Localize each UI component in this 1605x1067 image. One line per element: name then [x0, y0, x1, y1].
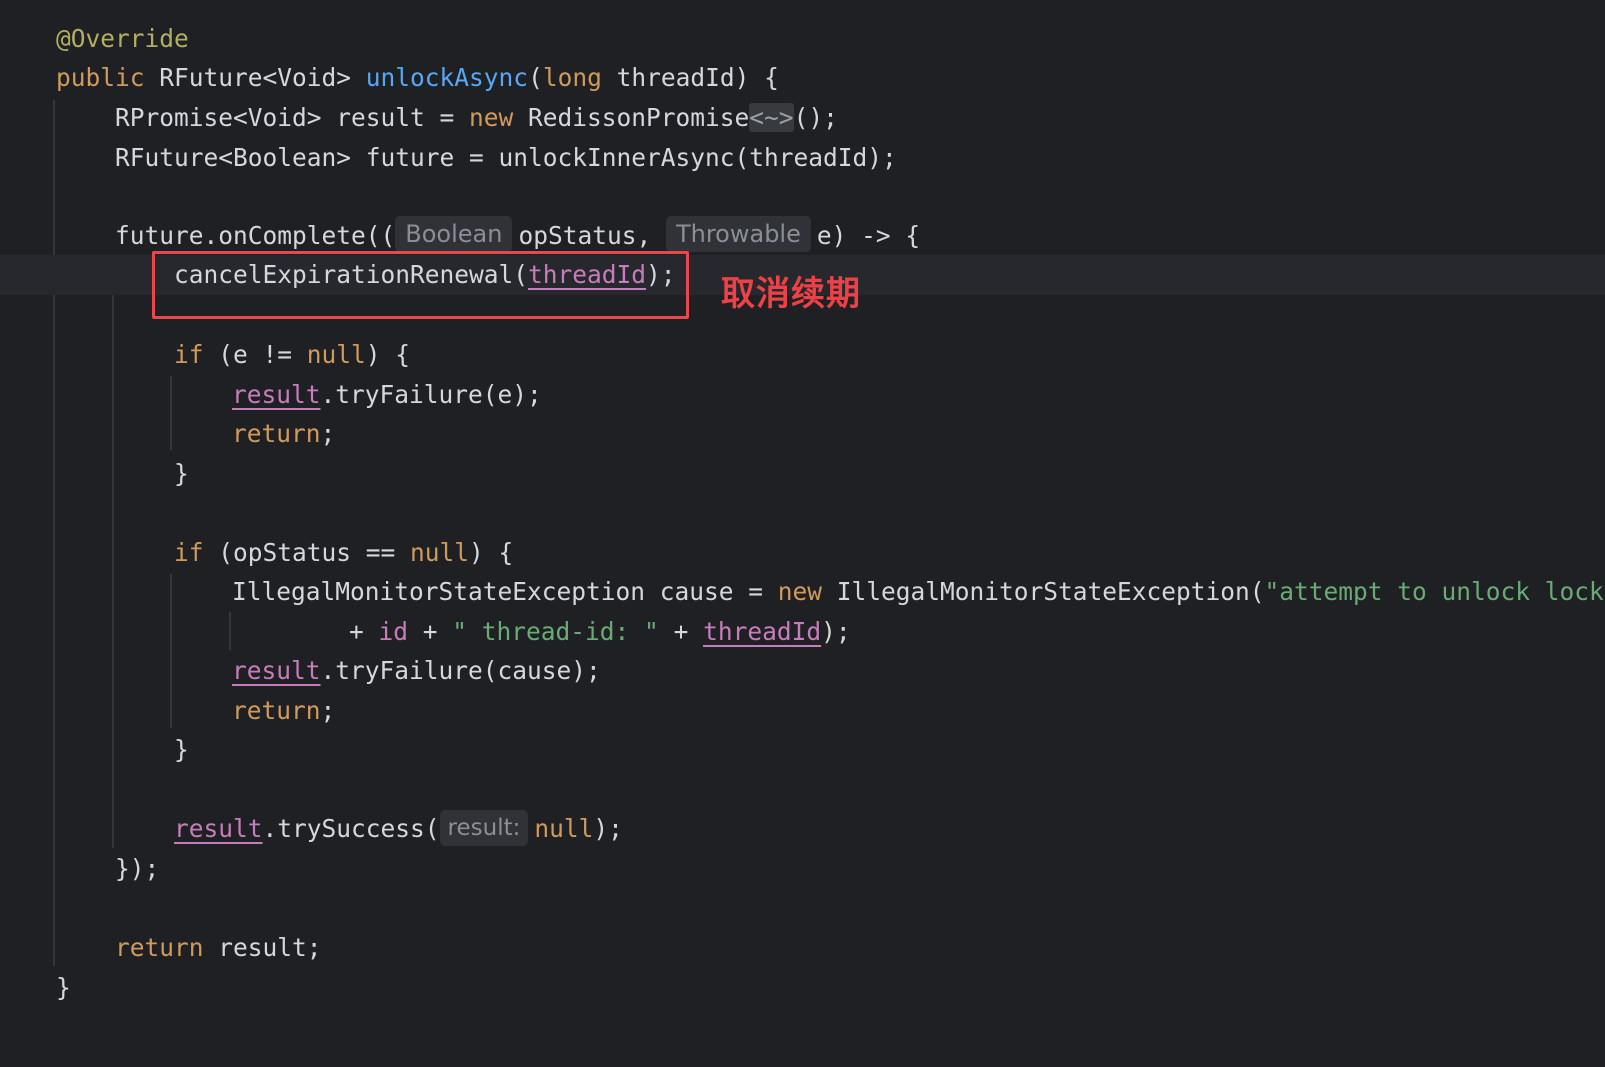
callout-label: 取消续期	[721, 274, 861, 314]
code-line[interactable]: return;	[0, 414, 1605, 454]
code-line[interactable]: }	[0, 730, 1605, 770]
code-text: +	[349, 617, 379, 646]
code-line[interactable]: return;	[0, 691, 1605, 731]
code-line[interactable]: RFuture<Boolean> future = unlockInnerAsy…	[0, 138, 1605, 178]
keyword-public: public	[56, 63, 145, 92]
code-text: (e !=	[203, 340, 307, 369]
statement: return;	[232, 691, 335, 731]
code-line[interactable]: public RFuture<Void> unlockAsync(long th…	[0, 58, 1605, 98]
code-line[interactable]: if (opStatus == null) {	[0, 533, 1605, 573]
statement: return result;	[115, 928, 322, 968]
code-text: .tryFailure(e);	[320, 380, 542, 409]
code-text: (opStatus ==	[203, 538, 411, 567]
keyword-null: null	[410, 538, 470, 567]
statement: IllegalMonitorStateException cause = new…	[232, 572, 1605, 612]
code-text: .tryFailure(cause);	[320, 656, 601, 685]
code-text: ) {	[469, 538, 514, 567]
captured-variable: result	[232, 380, 321, 409]
field-reference: id	[378, 617, 409, 646]
code-text: e) -> {	[816, 221, 921, 250]
code-text: future.onComplete((	[115, 221, 396, 250]
code-text: +	[408, 617, 453, 646]
code-editor[interactable]: @Override public RFuture<Void> unlockAsy…	[0, 0, 1605, 1067]
code-line[interactable]: RPromise<Void> result = new RedissonProm…	[0, 98, 1605, 138]
statement: result.tryFailure(cause);	[232, 651, 601, 691]
keyword-return: return	[232, 696, 321, 725]
lambda-close: });	[115, 854, 160, 883]
keyword-null: null	[534, 814, 594, 843]
captured-variable: result	[174, 814, 263, 843]
code-line[interactable]: IllegalMonitorStateException cause = new…	[0, 572, 1605, 612]
string-literal: " thread-id: "	[452, 617, 659, 646]
statement: return;	[232, 414, 335, 454]
type-inlay-hint: Boolean	[395, 216, 513, 252]
keyword-new: new	[469, 103, 514, 132]
code-text: RedissonPromise	[513, 103, 750, 132]
statement: future.onComplete((Boolean opStatus, Thro…	[115, 216, 920, 256]
code-line[interactable]: }	[0, 454, 1605, 494]
type-inlay-hint: Throwable	[665, 216, 811, 252]
code-text: RPromise<Void> result =	[115, 103, 470, 132]
method-name: unlockAsync	[365, 63, 529, 92]
code-text: ();	[793, 103, 838, 132]
code-line[interactable]: @Override	[0, 19, 1605, 59]
paren: (	[528, 63, 543, 92]
keyword-long: long	[542, 63, 602, 92]
closing-brace: }	[174, 459, 189, 488]
code-line[interactable]: });	[0, 849, 1605, 889]
keyword-return: return	[115, 933, 204, 962]
code-line[interactable]: future.onComplete((Boolean opStatus, Thro…	[0, 216, 1605, 256]
keyword-new: new	[777, 577, 823, 606]
override-annotation: @Override	[56, 24, 189, 53]
return-type: RFuture<Void>	[159, 63, 366, 92]
code-line[interactable]: if (e != null) {	[0, 335, 1605, 375]
code-text: ;	[320, 419, 336, 448]
code-text: opStatus,	[518, 221, 666, 250]
captured-variable: result	[232, 656, 321, 685]
code-text: );	[821, 617, 851, 646]
code-line[interactable]: return result;	[0, 928, 1605, 968]
method-signature: public RFuture<Void> unlockAsync(long th…	[56, 58, 779, 98]
code-text: ) {	[365, 340, 411, 369]
keyword-return: return	[232, 419, 321, 448]
code-line[interactable]: }	[0, 968, 1605, 1008]
string-literal: "attempt to unlock lock, not locked by c…	[1264, 577, 1605, 606]
keyword-if: if	[174, 340, 204, 369]
code-line[interactable]: result.trySuccess(result: null);	[0, 809, 1605, 849]
code-line[interactable]: result.tryFailure(e);	[0, 375, 1605, 415]
closing-brace: }	[174, 735, 189, 764]
code-text: result;	[203, 933, 322, 962]
code-text: IllegalMonitorStateException(	[822, 577, 1265, 606]
code-text: +	[658, 617, 704, 646]
folded-diamond[interactable]: <~>	[749, 103, 794, 132]
closing-brace: }	[56, 973, 71, 1002]
captured-variable: threadId	[703, 617, 822, 646]
statement: result.tryFailure(e);	[232, 375, 542, 415]
statement: + id + " thread-id: " + threadId);	[349, 612, 851, 652]
code-text: .trySuccess(	[262, 814, 440, 843]
parameter-inlay-hint: result:	[439, 810, 529, 846]
code-text: );	[593, 814, 623, 843]
highlight-box	[152, 251, 689, 319]
statement: result.trySuccess(result: null);	[174, 809, 623, 849]
params: threadId) {	[601, 63, 779, 92]
code-line[interactable]: + id + " thread-id: " + threadId);	[0, 612, 1605, 652]
statement: if (e != null) {	[174, 335, 410, 375]
code-text: IllegalMonitorStateException cause =	[232, 577, 778, 606]
statement: RPromise<Void> result = new RedissonProm…	[115, 98, 838, 138]
code-text: ;	[320, 696, 336, 725]
keyword-null: null	[306, 340, 366, 369]
code-line[interactable]: result.tryFailure(cause);	[0, 651, 1605, 691]
statement: RFuture<Boolean> future = unlockInnerAsy…	[115, 143, 897, 172]
keyword-if: if	[174, 538, 204, 567]
statement: if (opStatus == null) {	[174, 533, 513, 573]
